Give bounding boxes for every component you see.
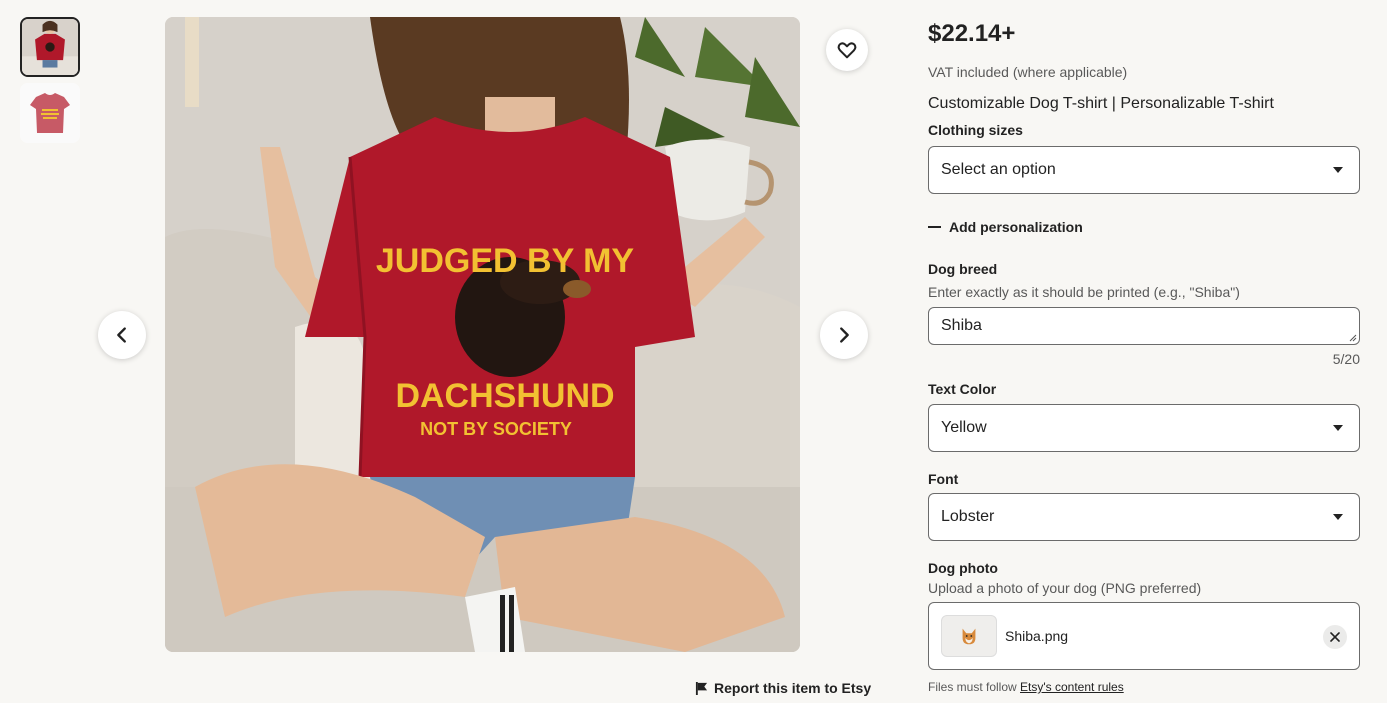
caret-down-icon	[1333, 425, 1343, 431]
thumbnail-2[interactable]	[20, 83, 80, 143]
vat-note: VAT included (where applicable)	[928, 64, 1128, 80]
add-personalization-toggle[interactable]: Add personalization	[928, 219, 1083, 235]
resize-grip-icon[interactable]	[1349, 334, 1357, 342]
thumbnail-image-2	[20, 83, 80, 143]
report-item-label: Report this item to Etsy	[714, 680, 872, 696]
caret-down-icon	[1333, 514, 1343, 520]
text-color-label: Text Color	[928, 381, 997, 397]
dog-breed-input[interactable]: Shiba	[928, 307, 1360, 345]
report-item-link[interactable]: Report this item to Etsy	[695, 680, 871, 696]
dog-photo-label: Dog photo	[928, 560, 998, 576]
add-personalization-label: Add personalization	[949, 219, 1083, 235]
shirt-print-line2: DACHSHUND	[395, 377, 614, 415]
dog-photo-hint: Upload a photo of your dog (PNG preferre…	[928, 580, 1202, 596]
sizes-select-value: Select an option	[941, 161, 1056, 178]
sizes-select[interactable]: Select an option	[928, 146, 1360, 194]
next-image-button[interactable]	[820, 311, 868, 359]
dog-photo-upload[interactable]: Shiba.png	[928, 602, 1360, 670]
dog-breed-hint: Enter exactly as it should be printed (e…	[928, 284, 1240, 300]
content-rules-prefix: Files must follow	[928, 680, 1021, 694]
dog-breed-value: Shiba	[941, 317, 982, 334]
font-value: Lobster	[941, 508, 995, 525]
dog-breed-label: Dog breed	[928, 261, 998, 277]
sizes-label: Clothing sizes	[928, 122, 1023, 138]
shirt-print-line3: NOT BY SOCIETY	[420, 419, 572, 439]
uploaded-file-name: Shiba.png	[1005, 628, 1069, 644]
minus-icon	[928, 226, 941, 228]
uploaded-photo-thumbnail	[941, 615, 997, 657]
flag-icon	[695, 681, 708, 695]
chevron-left-icon	[117, 327, 126, 343]
font-label: Font	[928, 471, 959, 487]
favorite-button[interactable]	[826, 29, 868, 71]
heart-icon	[837, 42, 857, 59]
text-color-select[interactable]: Yellow	[928, 404, 1360, 452]
content-rules-link[interactable]: Etsy's content rules	[1020, 680, 1124, 694]
close-icon	[1330, 632, 1340, 642]
thumbnail-image-1	[22, 19, 78, 75]
text-color-value: Yellow	[941, 419, 987, 436]
caret-down-icon	[1333, 167, 1343, 173]
listing-title: Customizable Dog T-shirt | Personalizabl…	[928, 95, 1274, 112]
product-image: JUDGED BY MY DACHSHUND NOT BY SOCIETY	[165, 17, 800, 652]
dog-photo-preview	[962, 628, 976, 645]
chevron-right-icon	[840, 327, 849, 343]
remove-file-button[interactable]	[1323, 625, 1347, 649]
content-rules-note: Files must follow Etsy's content rules	[928, 680, 1124, 694]
previous-image-button[interactable]	[98, 311, 146, 359]
shirt-print-line1: JUDGED BY MY	[376, 242, 635, 280]
font-select[interactable]: Lobster	[928, 493, 1360, 541]
thumbnail-1[interactable]	[20, 17, 80, 77]
dog-breed-counter: 5/20	[1332, 351, 1360, 367]
price: $22.14+	[928, 20, 1016, 47]
